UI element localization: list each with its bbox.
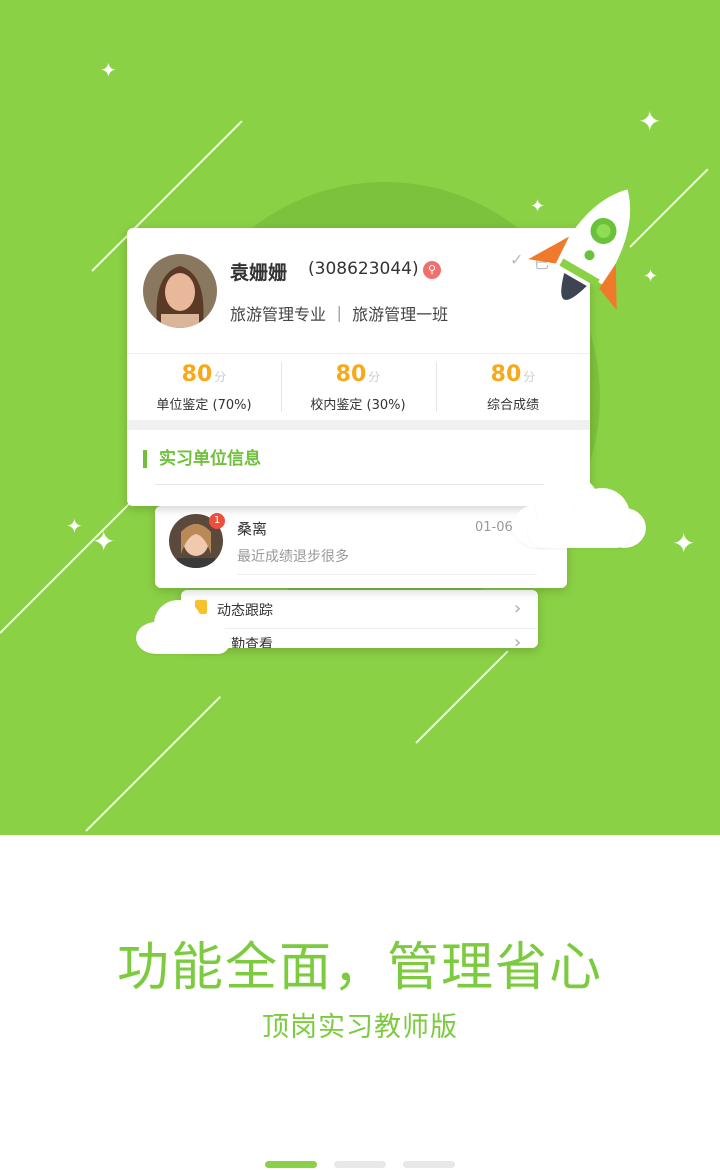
sparkle-icon: ✦	[638, 105, 662, 138]
pager-dot-1[interactable]	[265, 1161, 317, 1168]
hero-banner: ✦ ✦ ✦ ✦ ✦ ✦ ✦ 动态跟踪 › 考勤查看 › 1 桑离 01-06 最…	[0, 0, 720, 835]
profile-id: (308623044)	[308, 259, 419, 279]
location-pin-icon[interactable]: ⚲	[423, 261, 441, 279]
message-preview: 最近成绩退步很多	[237, 549, 349, 565]
avatar[interactable]	[143, 254, 217, 328]
chevron-right-icon: ›	[514, 598, 522, 619]
profile-name: 袁姗姗	[230, 262, 288, 284]
chevron-right-icon: ›	[514, 632, 522, 648]
pager-dot-3[interactable]	[403, 1161, 455, 1168]
profile-major: 旅游管理专业 ｜ 旅游管理一班	[230, 305, 449, 324]
score-stats: 80 分 单位鉴定 (70%) 80 分 校内鉴定 (30%) 80 分 综合成绩	[127, 353, 590, 416]
stat-school-evaluation: 80 分 校内鉴定 (30%)	[281, 354, 435, 416]
cloud-icon	[136, 598, 232, 654]
streak	[85, 695, 222, 832]
divider	[155, 484, 555, 485]
sparkle-icon: ✦	[672, 527, 696, 560]
headline: 功能全面，管理省心	[116, 938, 603, 998]
pager-dot-2[interactable]	[334, 1161, 386, 1168]
subheadline: 顶岗实习教师版	[262, 1012, 458, 1043]
cloud-icon	[512, 468, 646, 548]
rocket-icon	[528, 189, 631, 311]
sparkle-icon: ✦	[66, 514, 83, 538]
streak	[415, 650, 509, 744]
stat-value: 80 分	[490, 362, 536, 387]
message-sender: 桑离	[237, 520, 268, 538]
message-card[interactable]: 1 桑离 01-06 最近成绩退步很多	[155, 506, 567, 588]
stat-value: 80 分	[335, 362, 381, 387]
stat-label: 校内鉴定 (30%)	[310, 398, 406, 413]
menu-item-tracking[interactable]: 动态跟踪 ›	[181, 592, 538, 629]
unread-badge: 1	[209, 513, 225, 529]
stat-label: 单位鉴定 (70%)	[156, 398, 252, 413]
section-gap	[127, 420, 590, 430]
section-title: 实习单位信息	[143, 450, 261, 468]
sparkle-icon: ✦	[92, 525, 116, 558]
stat-value: 80 分	[181, 362, 227, 387]
menu-item-attendance[interactable]: 考勤查看 ›	[181, 630, 538, 648]
sparkle-icon: ✦	[100, 58, 117, 82]
stat-overall-score: 80 分 综合成绩	[436, 354, 590, 416]
divider	[237, 574, 537, 575]
menu-card: 动态跟踪 › 考勤查看 ›	[181, 590, 538, 648]
stat-label: 综合成绩	[486, 398, 539, 413]
stat-unit-evaluation: 80 分 单位鉴定 (70%)	[127, 354, 281, 416]
message-date: 01-06	[475, 520, 513, 535]
